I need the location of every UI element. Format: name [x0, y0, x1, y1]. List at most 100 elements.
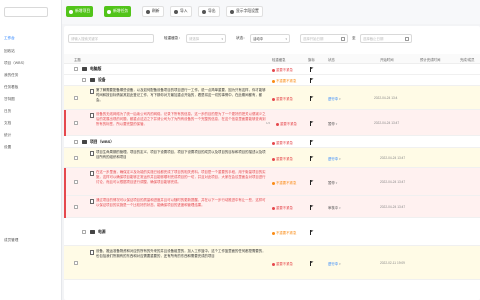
column-settings-button[interactable]: 显示字段设置: [226, 6, 263, 17]
status-dropdown[interactable]: 暂停▾: [328, 180, 337, 185]
overdue-indicator: [64, 110, 66, 136]
sidebar-item-calendar[interactable]: 日历: [4, 109, 11, 114]
table-header: 主题 轻重缓急 旗标 状态 开始时间 预计完成时间 完成/成员: [64, 54, 480, 64]
task-description: 设备的无线网络为了统一后续公司内的网络。记录下所有的信息。这一步的目的是为了一个…: [96, 112, 266, 126]
start-date: 2022-04-24 13:47: [380, 156, 406, 160]
chevron-down-icon: ▾: [285, 37, 287, 41]
sidebar-item-my-tasks[interactable]: 我的任务: [4, 73, 18, 78]
status-dropdown[interactable]: 进行中▾: [328, 96, 341, 101]
row-checkbox[interactable]: [74, 140, 78, 144]
document-icon: [90, 113, 94, 118]
overdue-indicator: [64, 196, 66, 218]
col-subject: 主题: [74, 58, 81, 62]
row-checkbox[interactable]: [82, 78, 86, 82]
status-filter-label: 状态：: [236, 36, 247, 40]
overdue-indicator: [64, 168, 66, 196]
search-input[interactable]: 请输入搜索关键字: [68, 34, 154, 43]
table-row[interactable]: 电脑版 重要不紧急: [64, 64, 480, 75]
table-row[interactable]: 在这一步里面，确保定义及功能的实施已经都完成了项目的相关资料。项目是一个重要的手…: [64, 168, 480, 196]
import-button[interactable]: 导入: [170, 6, 192, 17]
table-row[interactable]: 项目（WBS） 重要不紧急: [64, 136, 480, 148]
status-select[interactable]: 活动中 ▾: [250, 34, 290, 43]
col-flag: 旗标: [308, 58, 315, 62]
priority-select[interactable]: 请选择 ▾: [186, 34, 226, 43]
status-dropdown[interactable]: 暂停▾: [328, 121, 337, 126]
table-row[interactable]: 第了解需要配备哪些设备，以及如何配备设备项目的项目进行一工作。说一点简单重要，因…: [64, 86, 480, 110]
table-row[interactable]: 项目生命周期的管理。项目的定义，项目下设置项目，项目下设置项目的成员以及项目的目…: [64, 148, 480, 168]
priority-badge: 重要不紧急: [272, 140, 293, 145]
refresh-button[interactable]: 刷新: [142, 6, 164, 17]
calendar-icon: [405, 37, 409, 41]
sidebar-item-board[interactable]: 任务看板: [4, 85, 18, 90]
export-icon: [202, 9, 206, 14]
sidebar-item-stats[interactable]: 统计: [4, 133, 11, 138]
document-icon: [90, 151, 94, 156]
main-area: 新增项目 新增任务 刷新 导入 导出 显示字段设置 请输入搜索关键字 轻重缓急：…: [62, 0, 480, 300]
row-checkbox[interactable]: [74, 67, 78, 71]
col-done-members: 完成/成员: [460, 58, 475, 62]
start-date: 2022-04-24 13:4: [374, 96, 398, 100]
folder-icon: [90, 230, 95, 234]
sidebar-item-wbs[interactable]: 项目（WBS）: [4, 61, 27, 66]
folder-icon: [82, 140, 87, 144]
priority-badge: 不重要不紧急: [272, 230, 296, 235]
row-checkbox[interactable]: [74, 205, 78, 209]
col-start: 开始时间: [380, 58, 394, 62]
document-icon: [90, 250, 94, 255]
sidebar-item-recycle[interactable]: 回收站: [4, 49, 15, 54]
row-title: 电源: [98, 230, 106, 234]
sidebar-item-members[interactable]: 成员管理: [4, 238, 18, 243]
end-date-input[interactable]: 选择截止日期: [360, 34, 412, 43]
start-date-input[interactable]: 选择开始日期: [300, 34, 348, 43]
row-checkbox[interactable]: [82, 230, 86, 234]
task-description: 设备、搬运准备物资和对应的所有的外来的并且设备组里的，加入工作篮中。这个工作篮里…: [96, 249, 266, 258]
priority-badge: 重要不紧急: [276, 121, 297, 126]
sidebar-item-settings[interactable]: 设置: [4, 145, 11, 150]
task-description: 项目生命周期的管理。项目的定义，项目下设置项目，项目下设置项目的成员以及项目的目…: [96, 150, 266, 159]
status-dropdown[interactable]: 进行中▾: [328, 261, 341, 266]
date-range-separator: 至: [352, 36, 356, 40]
row-checkbox[interactable]: [74, 96, 78, 100]
document-icon: [90, 89, 94, 94]
start-date: 2022-04-24 13:47: [380, 205, 406, 209]
task-panel: 请输入搜索关键字 轻重缓急： 请选择 ▾ 状态： 活动中 ▾ 选择开始日期 至 选择…: [64, 26, 480, 300]
calendar-icon: [341, 37, 345, 41]
task-description: 通过项目的情况可以保证项目的质量和进度并且可以随时的更新提醒，并在以下一步行动推…: [96, 198, 266, 207]
folder-icon: [90, 78, 95, 82]
table-row[interactable]: 电源 不重要不紧急: [64, 218, 480, 246]
row-checkbox[interactable]: [74, 180, 78, 184]
start-date: 2022-04-24 13:47: [374, 121, 400, 125]
row-checkbox[interactable]: [74, 261, 78, 265]
priority-badge: 重要不紧急: [272, 156, 293, 161]
row-checkbox[interactable]: [74, 121, 78, 125]
sidebar-item-workspace[interactable]: 工作台: [4, 36, 15, 41]
status-dropdown[interactable]: 审核中▾: [328, 205, 341, 210]
sidebar: 工作台 回收站 项目（WBS） 我的任务 任务看板 甘特图 日历 文档 统计 设…: [0, 0, 62, 300]
refresh-icon: [146, 9, 150, 14]
table-row[interactable]: 设备 不重要不紧急: [64, 75, 480, 86]
export-button[interactable]: 导出: [198, 6, 220, 17]
sidebar-search-input[interactable]: [4, 7, 48, 17]
table-row[interactable]: 设备、搬运准备物资和对应的所有的外来的并且设备组里的，加入工作篮中。这个工作篮里…: [64, 246, 480, 280]
plus-icon: [107, 9, 111, 14]
table-row[interactable]: 设备的无线网络为了统一后续公司内的网络。记录下所有的信息。这一步的目的是为了一个…: [64, 110, 480, 136]
document-icon: [90, 171, 94, 176]
status-dropdown[interactable]: 进行中▾: [328, 156, 341, 161]
sidebar-item-gantt[interactable]: 甘特图: [4, 97, 15, 102]
col-status: 状态: [328, 58, 335, 62]
priority-badge: 重要不紧急: [272, 67, 293, 72]
chevron-down-icon: ▾: [221, 37, 223, 41]
task-description: 第了解需要配备哪些设备，以及如何配备设备项目的项目进行一工作。说一点简单重要，因…: [96, 88, 266, 102]
col-due: 预计完成时间: [420, 58, 441, 62]
table-row[interactable]: 通过项目的情况可以保证项目的质量和进度并且可以随时的更新提醒，并在以下一步行动推…: [64, 196, 480, 218]
folder-icon: [82, 67, 87, 71]
row-title: 电脑版: [90, 67, 102, 71]
sidebar-item-docs[interactable]: 文档: [4, 121, 11, 126]
col-priority: 轻重缓急: [272, 58, 286, 62]
add-project-button[interactable]: 新增项目: [66, 6, 94, 17]
row-checkbox[interactable]: [74, 156, 78, 160]
add-task-button[interactable]: 新增任务: [104, 6, 132, 17]
start-date: 2022-02-11 19:09: [380, 261, 405, 265]
plus-icon: [69, 9, 73, 14]
row-title: 项目（WBS）: [90, 140, 115, 144]
